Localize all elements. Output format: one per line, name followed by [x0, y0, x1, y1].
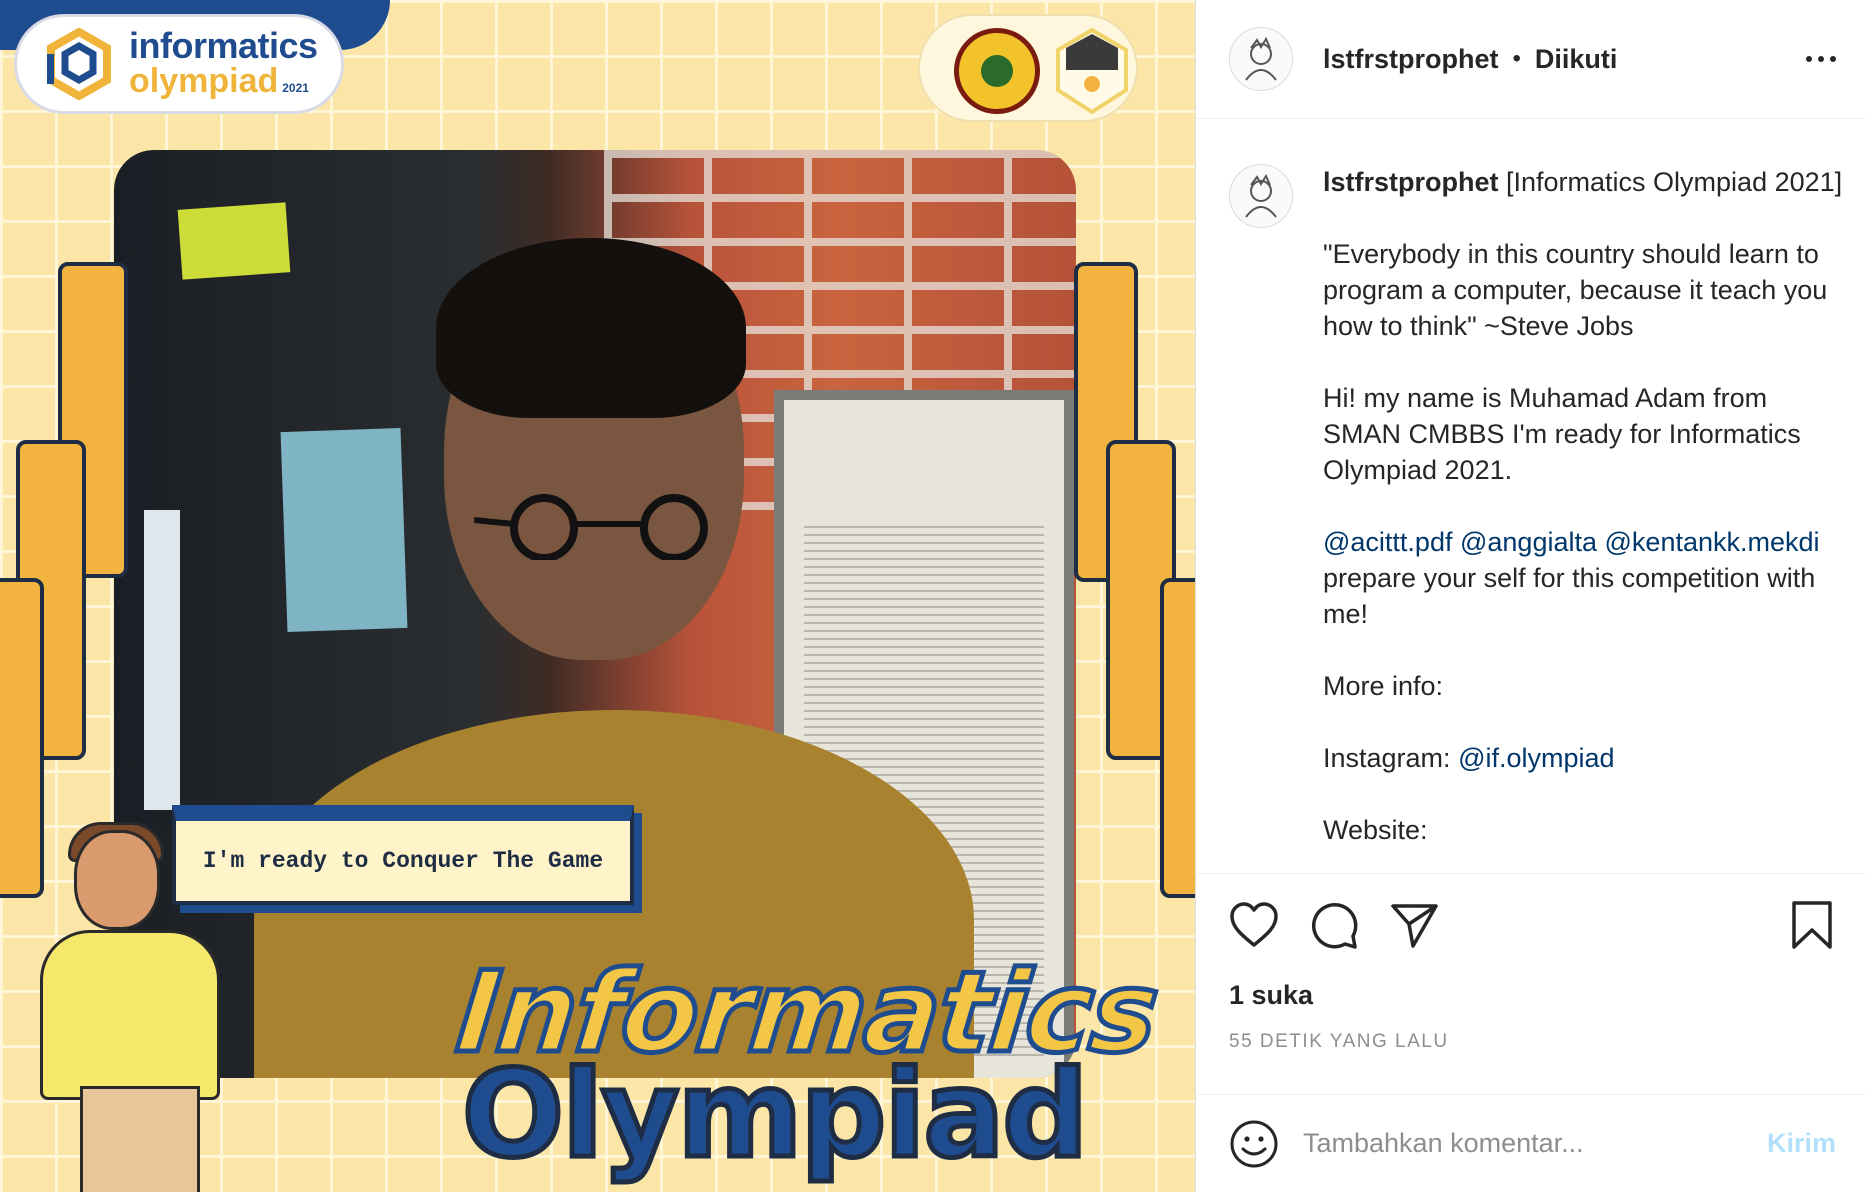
cartoon-body: [40, 930, 220, 1100]
more-options-icon[interactable]: [1806, 56, 1836, 62]
caption-scroll-area[interactable]: lstfrstprophet [Informatics Olympiad 202…: [1197, 120, 1866, 872]
post-header: lstfrstprophet • Diikuti: [1197, 0, 1866, 119]
instagram-label: Instagram:: [1323, 743, 1459, 773]
header-username[interactable]: lstfrstprophet: [1323, 44, 1499, 75]
avatar-sketch-icon: [1245, 36, 1277, 81]
olympiad-logo-icon: [47, 28, 111, 100]
caption-username[interactable]: lstfrstprophet: [1323, 167, 1499, 197]
caption-intro: Hi! my name is Muhamad Adam from SMAN CM…: [1323, 383, 1801, 485]
caption-instagram-line: Instagram: @if.olympiad: [1323, 740, 1843, 776]
caption-mentions-paragraph: @acittt.pdf @anggialta @kentankk.mekdi p…: [1323, 524, 1843, 632]
poster: [280, 427, 408, 633]
post-actions: 1 suka 55 DETIK YANG LALU: [1197, 873, 1866, 1053]
sponsor-logos: [918, 14, 1138, 122]
comment-input[interactable]: [1303, 1128, 1767, 1159]
caption-body: lstfrstprophet [Informatics Olympiad 202…: [1323, 164, 1843, 872]
action-icons: [1229, 900, 1834, 950]
brand-line1: informatics: [129, 25, 318, 67]
side-ornament-right: [1160, 578, 1195, 898]
person-hair: [436, 238, 746, 418]
bookmark-icon[interactable]: [1790, 900, 1834, 950]
brand-year: 2021: [282, 81, 309, 96]
caption-quote: "Everybody in this country should learn …: [1323, 239, 1828, 341]
follow-status-button[interactable]: Diikuti: [1535, 44, 1618, 75]
header-separator: •: [1512, 45, 1521, 72]
mention-link[interactable]: @anggialta: [1460, 527, 1597, 557]
glasses-icon: [474, 494, 708, 560]
post-photo: [114, 150, 1076, 1078]
post-sidebar: lstfrstprophet • Diikuti lstfrstprophet …: [1197, 0, 1866, 1192]
poster-strip: [144, 510, 180, 810]
university-seal-icon: [954, 28, 1040, 114]
cartoon-character: [74, 830, 160, 930]
side-ornament-left: [0, 578, 44, 898]
sticker: [177, 202, 291, 280]
caption-comment: lstfrstprophet [Informatics Olympiad 202…: [1229, 164, 1844, 872]
share-icon[interactable]: [1389, 900, 1439, 950]
brand-line2: olympiad: [129, 62, 279, 101]
mentions-suffix: prepare your self for this competition w…: [1323, 563, 1816, 629]
comment-icon[interactable]: [1309, 900, 1359, 950]
organization-hex-logo-icon: [1056, 27, 1128, 115]
cartoon-pants: [80, 1086, 200, 1192]
post-comment-button[interactable]: Kirim: [1767, 1128, 1836, 1159]
heart-icon[interactable]: [1229, 901, 1279, 949]
avatar-sketch-icon: [1245, 173, 1277, 218]
caption-more-info: More info:: [1323, 671, 1444, 701]
instagram-handle-link[interactable]: @if.olympiad: [1458, 743, 1614, 773]
caption-avatar[interactable]: [1229, 164, 1293, 228]
like-count[interactable]: 1 suka: [1229, 980, 1834, 1011]
mention-link[interactable]: @acittt.pdf: [1323, 527, 1452, 557]
mention-link[interactable]: @kentankk.mekdi: [1605, 527, 1820, 557]
brand-logo: informatics olympiad 2021: [14, 14, 344, 114]
caption-title: [Informatics Olympiad 2021]: [1506, 167, 1843, 197]
title-olympiad: Olympiad: [459, 1044, 1090, 1188]
author-avatar[interactable]: [1229, 27, 1293, 91]
smiley-icon[interactable]: [1229, 1119, 1279, 1169]
caption-banner: I'm ready to Conquer The Game: [172, 805, 634, 905]
post-image[interactable]: informatics olympiad 2021 I'm ready to C…: [0, 0, 1196, 1192]
caption-website-label: Website:: [1323, 815, 1428, 845]
post-timestamp[interactable]: 55 DETIK YANG LALU: [1229, 1031, 1834, 1053]
brand-wordmark: informatics olympiad 2021: [129, 28, 318, 100]
add-comment-bar: Kirim: [1197, 1094, 1866, 1192]
